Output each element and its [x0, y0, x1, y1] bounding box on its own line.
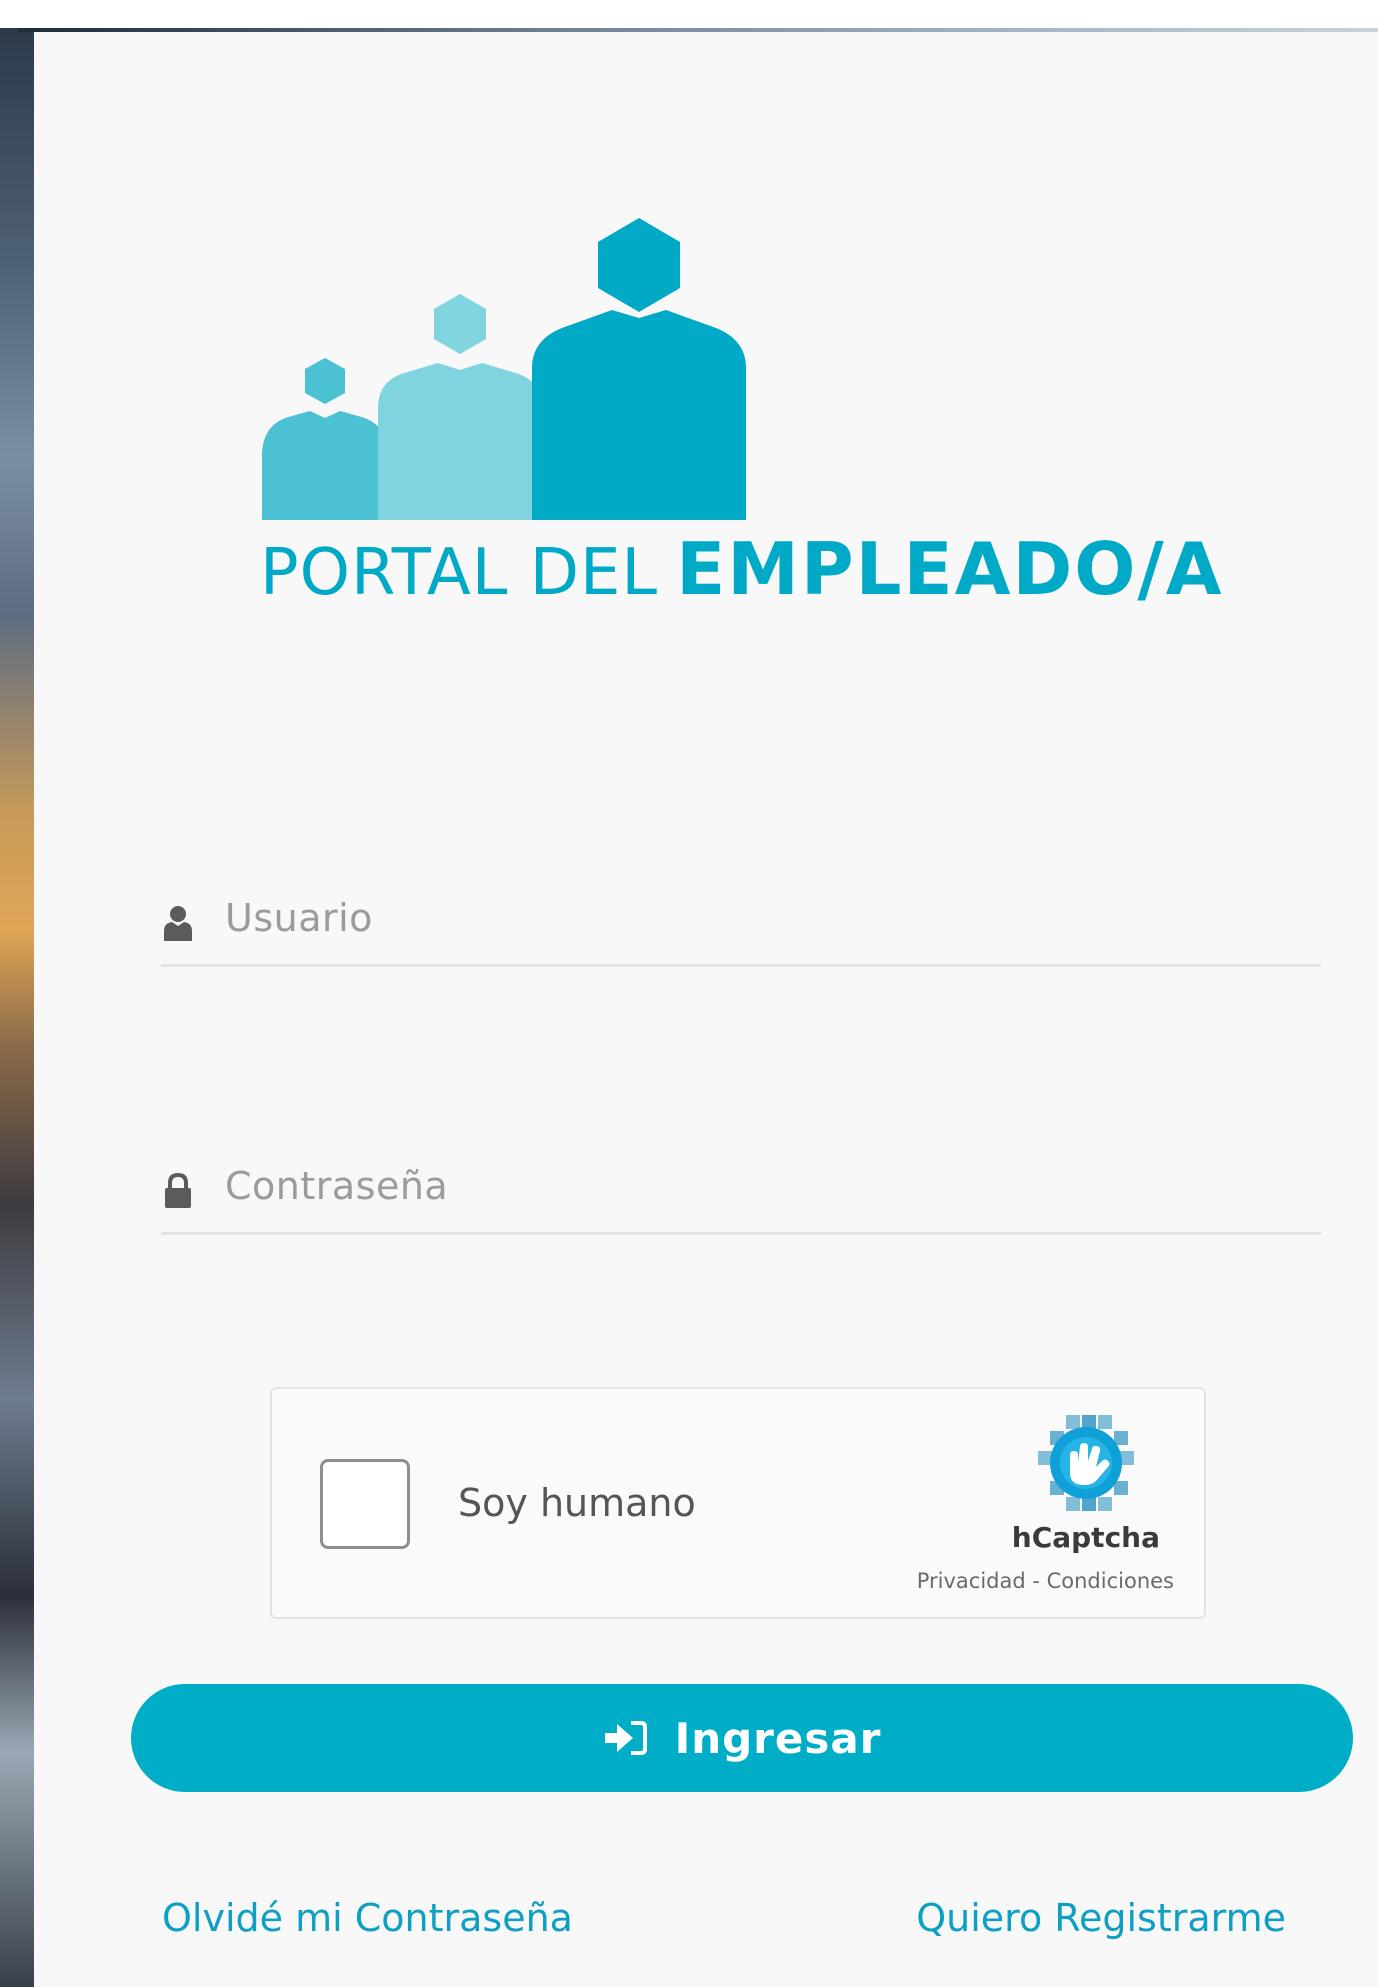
login-button[interactable]: Ingresar	[131, 1684, 1353, 1792]
login-page: PORTAL DEL EMPLEADO/A Usuario Contraseña …	[0, 0, 1378, 1987]
hcaptcha-links[interactable]: Privacidad - Condiciones	[917, 1569, 1174, 1593]
portal-title: PORTAL DEL EMPLEADO/A	[260, 524, 1223, 614]
background-photo	[0, 28, 34, 1987]
captcha-label: Soy humano	[458, 1481, 696, 1525]
password-placeholder: Contraseña	[225, 1164, 449, 1208]
people-hexagon-logo-icon	[262, 218, 746, 520]
login-button-label: Ingresar	[674, 1713, 882, 1763]
portal-title-bold: EMPLEADO/A	[676, 527, 1224, 611]
captcha-checkbox[interactable]	[320, 1459, 410, 1549]
sign-in-icon	[604, 1721, 647, 1755]
hcaptcha-hand-icon	[1038, 1415, 1134, 1511]
forgot-password-link[interactable]: Olvidé mi Contraseña	[162, 1896, 573, 1940]
login-card: PORTAL DEL EMPLEADO/A Usuario Contraseña …	[34, 32, 1378, 1987]
hcaptcha-brand: hCaptcha	[1011, 1521, 1160, 1554]
register-link[interactable]: Quiero Registrarme	[916, 1896, 1286, 1940]
user-icon	[164, 906, 192, 941]
portal-title-light: PORTAL DEL	[260, 536, 659, 610]
username-field[interactable]: Usuario	[161, 874, 1321, 967]
password-field[interactable]: Contraseña	[161, 1142, 1321, 1235]
lock-icon	[165, 1172, 191, 1208]
hcaptcha-widget: Soy humano hCaptcha Privacidad - Condici…	[270, 1387, 1206, 1619]
username-placeholder: Usuario	[225, 896, 373, 940]
